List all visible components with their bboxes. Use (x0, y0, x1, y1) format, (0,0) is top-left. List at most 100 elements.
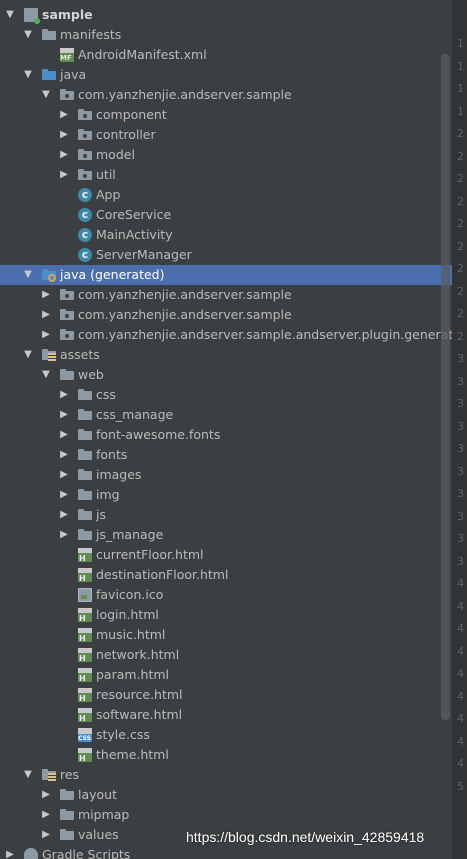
line-number: 3 (457, 487, 464, 500)
tree-row-root[interactable]: ▼ sample (0, 5, 452, 25)
tree-item-label: Gradle Scripts (42, 847, 131, 859)
chevron-right-icon[interactable]: ▶ (40, 805, 52, 825)
chevron-right-icon[interactable]: ▶ (58, 485, 70, 505)
chevron-right-icon[interactable]: ▶ (58, 105, 70, 125)
tree-row[interactable]: ▶ com.yanzhenjie.andserver.sample (0, 285, 452, 305)
tree-row[interactable]: ▼ java (generated) (0, 265, 452, 285)
tree-row[interactable]: param.html (0, 665, 452, 685)
chevron-right-icon[interactable]: ▶ (40, 785, 52, 805)
folder-icon (78, 448, 92, 462)
chevron-right-icon[interactable]: ▶ (4, 845, 16, 859)
tree-row[interactable]: style.css (0, 725, 452, 745)
folder-icon (78, 388, 92, 402)
tree-row[interactable]: ▶ component (0, 105, 452, 125)
chevron-down-icon[interactable]: ▼ (22, 25, 34, 45)
chevron-down-icon[interactable]: ▼ (40, 365, 52, 385)
tree-row[interactable]: ▶ controller (0, 125, 452, 145)
html-file-icon (78, 608, 92, 623)
chevron-down-icon[interactable]: ▼ (22, 65, 34, 85)
tree-row[interactable]: ▶ layout (0, 785, 452, 805)
chevron-down-icon[interactable]: ▼ (22, 765, 34, 785)
tree-row[interactable]: ▶ com.yanzhenjie.andserver.sample (0, 305, 452, 325)
tree-row-gradle-scripts[interactable]: ▶ Gradle Scripts (0, 845, 452, 859)
chevron-right-icon[interactable]: ▶ (58, 525, 70, 545)
tree-row[interactable]: ▶ font-awesome.fonts (0, 425, 452, 445)
line-number: 2 (457, 284, 464, 298)
line-number: 3 (457, 509, 464, 523)
chevron-right-icon[interactable]: ▶ (58, 165, 70, 185)
tree-row[interactable]: resource.html (0, 685, 452, 705)
tree-item-label: style.css (96, 727, 150, 742)
tree-row[interactable]: ▶ img (0, 485, 452, 505)
chevron-right-icon[interactable]: ▶ (40, 305, 52, 325)
tree-row[interactable]: ▼ java (0, 65, 452, 85)
tree-row[interactable]: ▶ js_manage (0, 525, 452, 545)
tree-row[interactable]: App (0, 185, 452, 205)
tree-row[interactable]: destinationFloor.html (0, 565, 452, 585)
chevron-down-icon[interactable]: ▼ (4, 5, 16, 25)
tree-item-label: login.html (96, 607, 159, 622)
chevron-right-icon[interactable]: ▶ (40, 285, 52, 305)
tree-row[interactable]: ▶ fonts (0, 445, 452, 465)
tree-row[interactable]: music.html (0, 625, 452, 645)
tree-item-label: layout (78, 787, 118, 802)
chevron-right-icon[interactable]: ▶ (40, 325, 52, 345)
tree-row[interactable]: ▶ css (0, 385, 452, 405)
line-number: 1 (457, 104, 464, 118)
tree-row[interactable]: ▶ images (0, 465, 452, 485)
html-file-icon (78, 748, 92, 763)
chevron-right-icon[interactable]: ▶ (58, 505, 70, 525)
line-number: 2 (457, 194, 464, 208)
vertical-scrollbar[interactable] (441, 54, 450, 720)
tree-item-label: ServerManager (96, 247, 192, 262)
chevron-right-icon[interactable]: ▶ (58, 145, 70, 165)
tree-item-label: AndroidManifest.xml (78, 47, 207, 62)
tree-row[interactable]: ▶ css_manage (0, 405, 452, 425)
line-number: 4 (457, 577, 464, 590)
tree-row[interactable]: MainActivity (0, 225, 452, 245)
tree-row[interactable]: ▼ com.yanzhenjie.andserver.sample (0, 85, 452, 105)
chevron-right-icon[interactable]: ▶ (58, 405, 70, 425)
tree-row[interactable]: network.html (0, 645, 452, 665)
tree-row[interactable]: login.html (0, 605, 452, 625)
package-icon (60, 328, 74, 342)
tree-row[interactable]: ▶ model (0, 145, 452, 165)
line-number: 1 (457, 37, 464, 50)
chevron-right-icon[interactable]: ▶ (58, 465, 70, 485)
class-icon (78, 245, 92, 265)
res-folder-icon (42, 768, 56, 782)
tree-item-label: favicon.ico (96, 587, 164, 602)
project-tree: ▼ sample ▼ manifests AndroidManifest.xml ▼ j… (0, 0, 452, 859)
tree-row[interactable]: ▼ web (0, 365, 452, 385)
package-icon (60, 288, 74, 302)
tree-row[interactable]: ▼ manifests (0, 25, 452, 45)
tree-row[interactable]: ▶ mipmap (0, 805, 452, 825)
chevron-right-icon[interactable]: ▶ (40, 825, 52, 845)
tree-row[interactable]: AndroidManifest.xml (0, 45, 452, 65)
java-source-folder-icon (42, 68, 56, 82)
tree-row[interactable]: CoreService (0, 205, 452, 225)
tree-item-label: MainActivity (96, 227, 173, 242)
folder-icon (78, 408, 92, 422)
tree-row[interactable]: ▶ com.yanzhenjie.andserver.sample.andserv… (0, 325, 452, 345)
line-number: 4 (457, 622, 464, 635)
chevron-down-icon[interactable]: ▼ (40, 85, 52, 105)
chevron-right-icon[interactable]: ▶ (58, 385, 70, 405)
tree-row[interactable]: ▶ util (0, 165, 452, 185)
chevron-down-icon[interactable]: ▼ (22, 345, 34, 365)
chevron-right-icon[interactable]: ▶ (58, 425, 70, 445)
tree-row[interactable]: theme.html (0, 745, 452, 765)
assets-folder-icon (42, 348, 56, 362)
tree-row[interactable]: ▶ js (0, 505, 452, 525)
tree-row[interactable]: currentFloor.html (0, 545, 452, 565)
chevron-right-icon[interactable]: ▶ (58, 445, 70, 465)
tree-row[interactable]: favicon.ico (0, 585, 452, 605)
tree-row[interactable]: ▼ assets (0, 345, 452, 365)
tree-row[interactable]: ServerManager (0, 245, 452, 265)
tree-row[interactable]: software.html (0, 705, 452, 725)
tree-row[interactable]: ▼ res (0, 765, 452, 785)
tree-item-label: js_manage (96, 527, 164, 542)
tree-item-label: fonts (96, 447, 128, 462)
chevron-right-icon[interactable]: ▶ (58, 125, 70, 145)
chevron-down-icon[interactable]: ▼ (22, 265, 34, 285)
